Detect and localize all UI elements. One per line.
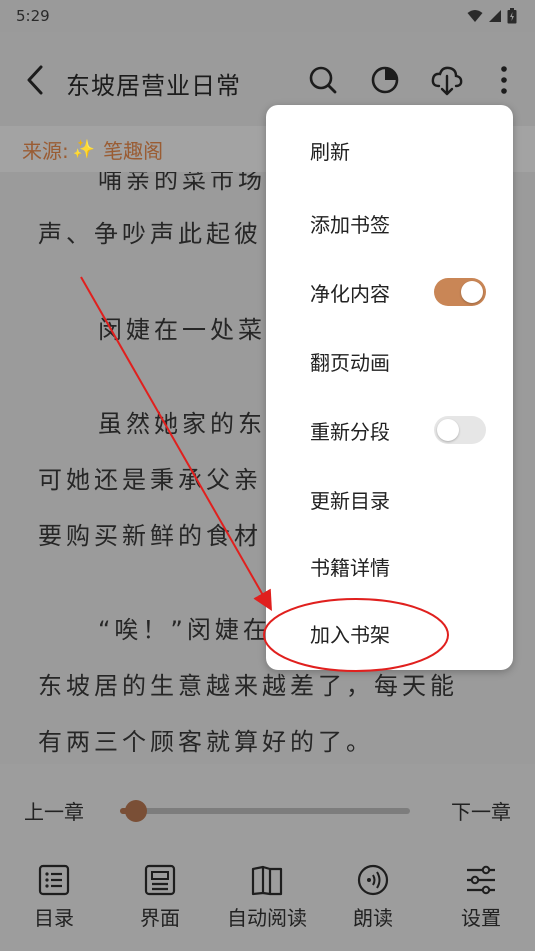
more-vertical-icon[interactable] [494,62,514,98]
text-line: 要购买新鲜的食材 [38,522,262,550]
slider-thumb[interactable] [124,800,147,822]
menu-item-add-to-bookshelf[interactable]: 加入书架 [266,603,513,663]
auto-read-button[interactable]: 自动阅读 [217,864,317,931]
text-line: “唉！”闵婕在 [98,616,271,644]
battery-icon [507,8,517,24]
interface-label: 界面 [140,906,180,930]
interface-icon [144,864,176,896]
search-icon[interactable] [306,62,340,98]
text-line: 哺亲的菜市场 [98,172,266,194]
toggle-knob [461,281,483,303]
toggle-knob [437,419,459,441]
text-line: 虽然她家的东 [98,410,266,438]
signal-icon [489,10,501,22]
prev-chapter-button[interactable]: 上一章 [24,796,84,825]
status-bar: 5:29 [0,0,535,32]
settings-button[interactable]: 设置 [431,864,531,931]
chapter-navigation: 上一章 下一章 [0,792,535,828]
auto-read-icon [251,865,283,896]
menu-item-page-animation[interactable]: 翻页动画 [266,331,513,391]
catalog-label: 目录 [34,906,74,930]
settings-label: 设置 [461,906,501,930]
text-line: 可她还是秉承父亲 [38,466,262,494]
catalog-icon [38,864,70,896]
menu-item-add-bookmark[interactable]: 添加书签 [266,193,513,253]
status-time: 5:29 [16,7,50,25]
book-title: 东坡居营业日常 [66,72,241,100]
read-aloud-button[interactable]: 朗读 [323,864,423,931]
text-line: 东坡居的生意越来越差了，每天能 [38,672,458,700]
wifi-icon [467,10,483,22]
night-mode-icon[interactable] [368,62,402,98]
source-label: 来源: [22,138,69,163]
source-name: 笔趣阁 [103,138,164,163]
menu-item-refresh[interactable]: 刷新 [266,120,513,180]
text-line: 闵婕在一处菜 [98,316,266,344]
next-chapter-button[interactable]: 下一章 [451,796,511,825]
status-icons [467,8,517,24]
overflow-menu: 刷新 添加书签 净化内容 翻页动画 重新分段 更新目录 书籍详情 加入书架 [266,105,513,670]
menu-item-purify-content[interactable]: 净化内容 [266,262,513,322]
menu-item-label: 加入书架 [310,623,390,647]
chapter-progress-slider[interactable] [120,800,410,822]
menu-item-label: 翻页动画 [310,351,390,375]
auto-read-label: 自动阅读 [227,906,307,930]
menu-item-label: 刷新 [310,140,350,164]
purify-content-toggle[interactable] [434,278,486,306]
menu-item-label: 添加书签 [310,213,390,237]
settings-icon [467,865,495,895]
read-aloud-icon [357,864,389,896]
menu-item-label: 净化内容 [310,282,390,306]
menu-item-label: 书籍详情 [310,556,390,580]
menu-item-label: 重新分段 [310,420,390,444]
menu-item-label: 更新目录 [310,489,390,513]
catalog-button[interactable]: 目录 [4,864,104,931]
menu-item-update-catalog[interactable]: 更新目录 [266,469,513,529]
back-arrow-icon[interactable] [22,62,48,98]
resegment-toggle[interactable] [434,416,486,444]
party-popper-icon: ✨ [72,138,96,160]
bottom-toolbar: 目录 界面 自动阅读 朗读 设置 [0,864,535,944]
interface-button[interactable]: 界面 [110,864,210,931]
menu-item-book-details[interactable]: 书籍详情 [266,536,513,596]
text-line: 声、争吵声此起彼 [38,220,262,248]
menu-item-resegment[interactable]: 重新分段 [266,400,513,460]
download-cloud-icon[interactable] [430,62,464,98]
read-aloud-label: 朗读 [353,906,393,930]
text-line: 有两三个顾客就算好的了。 [38,728,374,756]
bottom-control-panel: 上一章 下一章 目录 界面 自动阅读 朗读 设置 [0,764,535,951]
